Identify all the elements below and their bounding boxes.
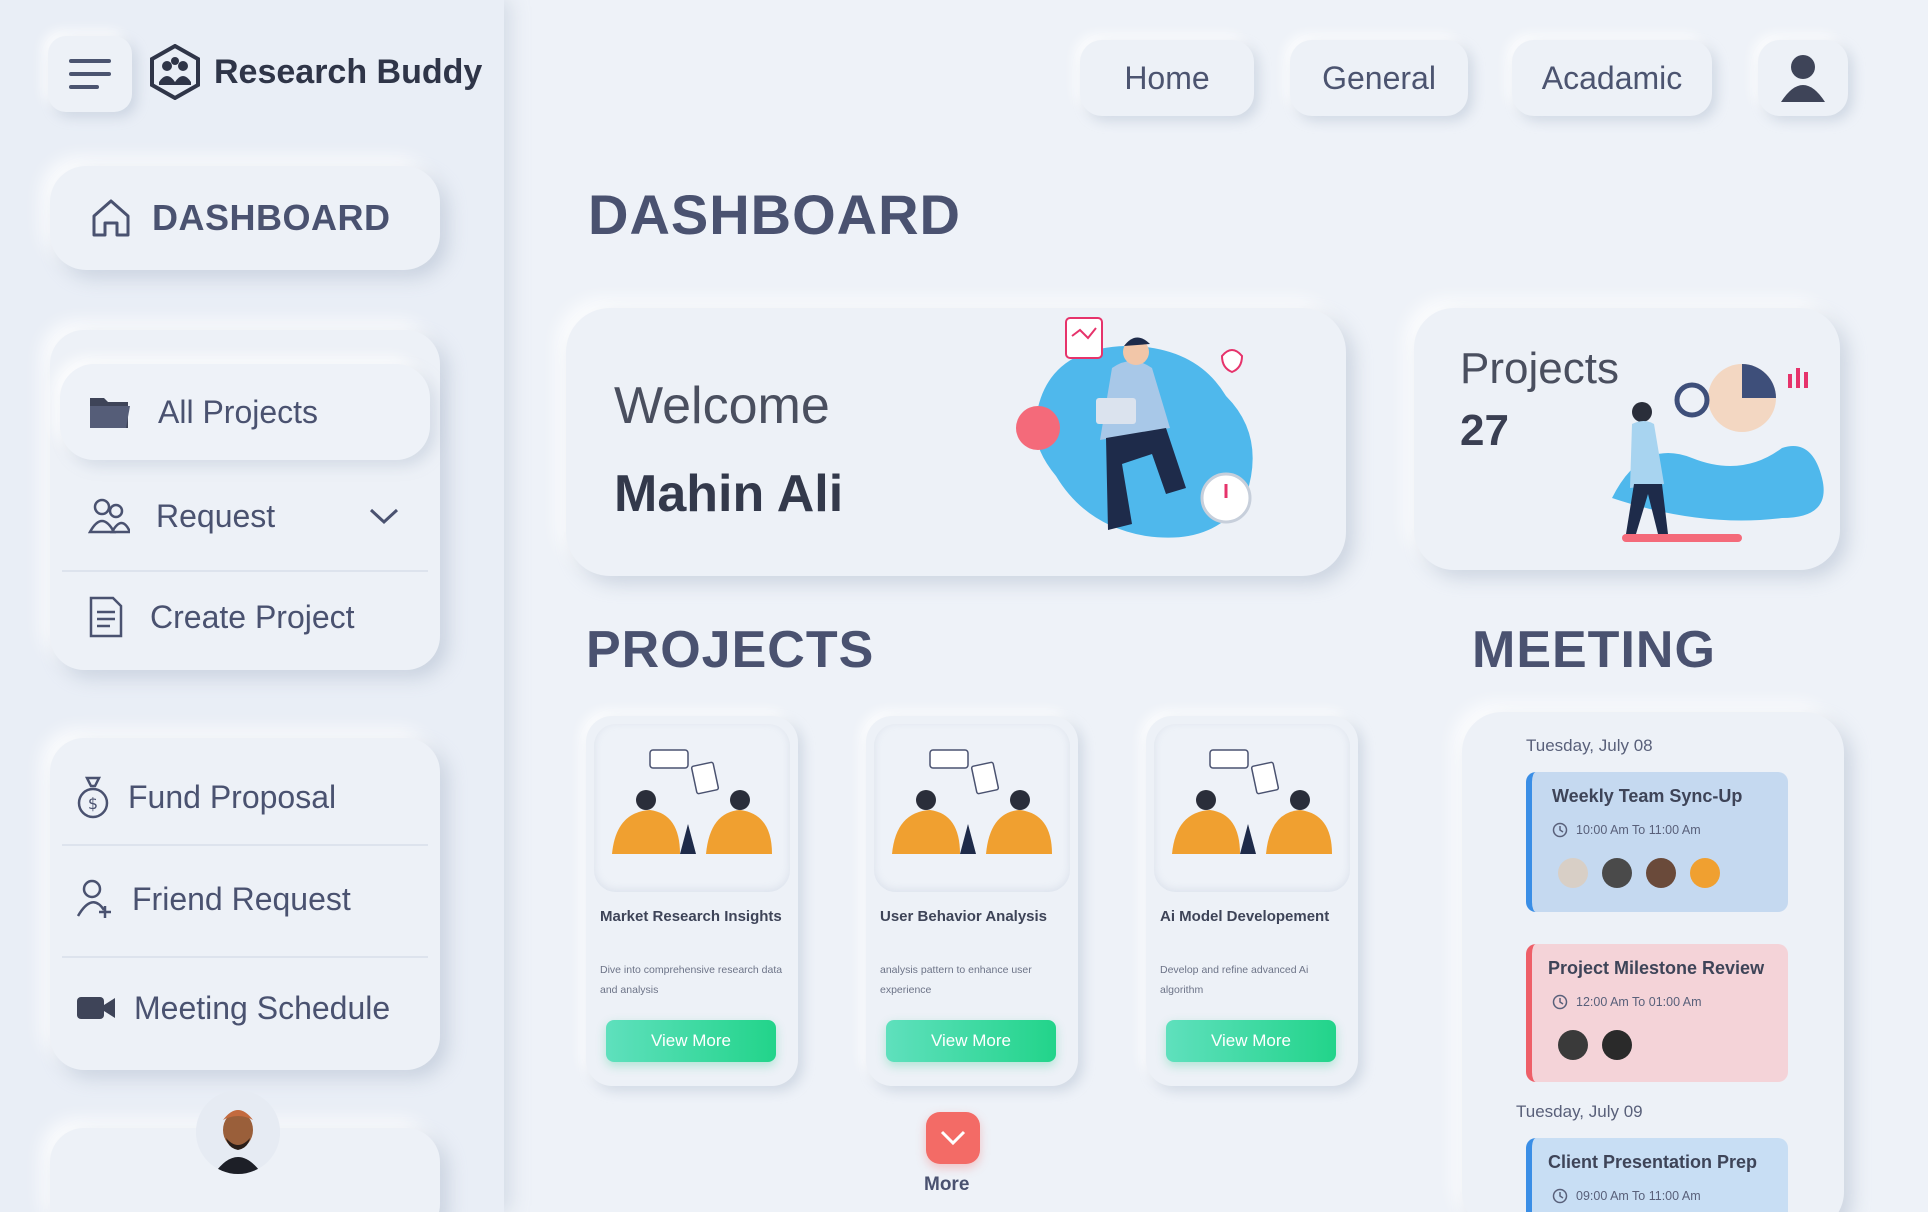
projects-section-title: PROJECTS: [586, 621, 875, 679]
project-title: Ai Model Developement: [1160, 908, 1330, 925]
meeting-card[interactable]: Project Milestone Review 12:00 Am To 01:…: [1526, 944, 1788, 1082]
sidebar-group-social: $ Fund Proposal Friend Request Meeting S…: [50, 738, 440, 1070]
project-card[interactable]: User Behavior Analysis analysis pattern …: [866, 716, 1078, 1086]
project-description: Dive into comprehensive research data an…: [600, 964, 783, 996]
project-description: Develop and refine advanced Ai algorithm: [1160, 964, 1309, 996]
sidebar-group-projects: All Projects Request Create Project: [50, 330, 440, 670]
avatar: [1558, 858, 1588, 888]
sidebar-item-meeting-schedule[interactable]: Meeting Schedule: [52, 960, 422, 1056]
user-icon: [1781, 55, 1825, 102]
folder-icon: [90, 398, 130, 428]
document-icon: [89, 596, 123, 638]
clock-icon: [1552, 822, 1568, 838]
view-more-button[interactable]: View More: [1166, 1020, 1336, 1062]
sidebar-item-label: Meeting Schedule: [134, 989, 391, 1026]
nav-general[interactable]: General: [1290, 40, 1468, 116]
meeting-panel: Tuesday, July 08 Weekly Team Sync-Up 10:…: [1462, 712, 1844, 1212]
sidebar-dashboard-label: DASHBOARD: [152, 197, 391, 238]
sidebar-item-request[interactable]: Request: [60, 468, 430, 564]
app-name: Research Buddy: [214, 52, 483, 91]
user-plus-icon: [76, 879, 111, 918]
meeting-date: Tuesday, July 09: [1516, 1102, 1643, 1121]
clock-icon: [1552, 1188, 1568, 1204]
welcome-greeting: Welcome: [614, 377, 830, 435]
avatar: [1602, 858, 1632, 888]
nav-academic[interactable]: Acadamic: [1512, 40, 1712, 116]
meeting-time: 09:00 Am To 11:00 Am: [1552, 1188, 1701, 1204]
home-icon: [92, 199, 130, 237]
clock-icon: [1552, 994, 1568, 1010]
sidebar-dashboard-button[interactable]: DASHBOARD: [50, 166, 440, 270]
project-thumbnail: [594, 724, 790, 892]
nav-home[interactable]: Home: [1080, 40, 1254, 116]
view-more-button[interactable]: View More: [606, 1020, 776, 1062]
project-description: analysis pattern to enhance user experie…: [880, 964, 1032, 996]
sidebar-item-label: All Projects: [158, 393, 319, 430]
project-title: Market Research Insights: [600, 908, 782, 925]
brand: Research Buddy: [148, 44, 482, 100]
project-card[interactable]: Ai Model Developement Develop and refine…: [1146, 716, 1358, 1086]
chevron-down-icon[interactable]: [368, 506, 400, 526]
users-icon: [88, 498, 130, 534]
hamburger-icon[interactable]: [48, 36, 132, 112]
avatar: [1558, 1030, 1588, 1060]
meeting-card[interactable]: Client Presentation Prep 09:00 Am To 11:…: [1526, 1138, 1788, 1212]
welcome-illustration: [1016, 317, 1253, 538]
meeting-time: 12:00 Am To 01:00 Am: [1552, 994, 1702, 1010]
meeting-title: Project Milestone Review: [1548, 958, 1765, 978]
divider: [62, 570, 428, 572]
meeting-date: Tuesday, July 08: [1526, 736, 1653, 755]
projects-illustration: [1612, 364, 1824, 542]
user-profile-button[interactable]: [1758, 40, 1848, 116]
meeting-time-text: 12:00 Am To 01:00 Am: [1576, 995, 1702, 1009]
meeting-title: Weekly Team Sync-Up: [1552, 786, 1743, 806]
sidebar-item-fund-proposal[interactable]: $ Fund Proposal: [52, 752, 422, 842]
sidebar-item-friend-request[interactable]: Friend Request: [52, 850, 422, 948]
sidebar-item-label: Fund Proposal: [128, 778, 337, 815]
sidebar: Research Buddy DASHBOARD All Projects Re…: [0, 0, 504, 1212]
project-thumbnail: [874, 724, 1070, 892]
projects-summary-count: 27: [1460, 406, 1509, 455]
view-more-button[interactable]: View More: [886, 1020, 1056, 1062]
sidebar-item-label: Friend Request: [132, 880, 351, 917]
chevron-down-icon: [940, 1130, 966, 1146]
svg-text:$: $: [88, 794, 98, 813]
welcome-username: Mahin Ali: [614, 465, 844, 523]
more-button[interactable]: [926, 1112, 980, 1164]
meeting-card[interactable]: Weekly Team Sync-Up 10:00 Am To 11:00 Am: [1526, 772, 1788, 912]
meeting-time: 10:00 Am To 11:00 Am: [1552, 822, 1701, 838]
welcome-card: Welcome Mahin Ali: [566, 308, 1346, 576]
project-thumbnail: [1154, 724, 1350, 892]
page-title: DASHBOARD: [588, 183, 961, 246]
divider: [62, 844, 428, 846]
projects-summary-card[interactable]: Projects 27: [1414, 308, 1840, 570]
sidebar-item-label: Request: [156, 497, 276, 534]
avatar[interactable]: [196, 1090, 280, 1174]
sidebar-item-label: Create Project: [150, 598, 355, 635]
project-title: User Behavior Analysis: [880, 908, 1048, 925]
more-label: More: [924, 1174, 970, 1195]
avatar: [1602, 1030, 1632, 1060]
sidebar-item-all-projects[interactable]: All Projects: [60, 364, 430, 460]
meeting-title: Client Presentation Prep: [1548, 1152, 1758, 1172]
avatar: [1690, 858, 1720, 888]
money-bag-icon: $: [77, 776, 109, 819]
meeting-time-text: 09:00 Am To 11:00 Am: [1576, 1189, 1701, 1203]
avatar: [1646, 858, 1676, 888]
divider: [62, 956, 428, 958]
team-logo-icon: [150, 44, 200, 100]
meeting-section-title: MEETING: [1472, 621, 1716, 679]
video-camera-icon: [77, 997, 115, 1019]
meeting-time-text: 10:00 Am To 11:00 Am: [1576, 823, 1701, 837]
project-card[interactable]: Market Research Insights Dive into compr…: [586, 716, 798, 1086]
sidebar-item-create-project[interactable]: Create Project: [60, 574, 430, 660]
